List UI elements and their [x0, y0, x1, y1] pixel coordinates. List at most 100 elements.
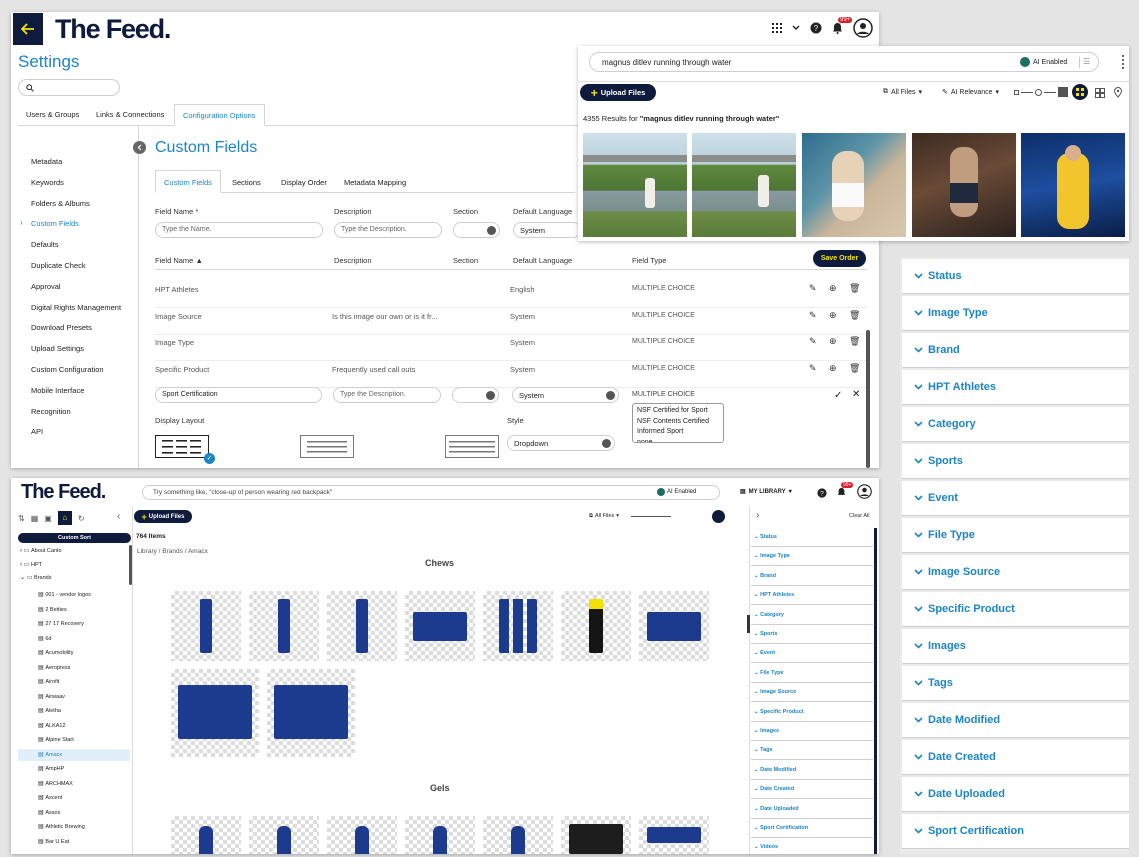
- filter-item[interactable]: ⌄ Date Created: [751, 781, 873, 800]
- sort-az-icon[interactable]: ⇅: [18, 514, 25, 523]
- asset-thumbnail[interactable]: [639, 816, 709, 854]
- trash-icon[interactable]: 🗑: [849, 283, 860, 294]
- result-image[interactable]: [912, 133, 1016, 237]
- settings-search-input[interactable]: [18, 79, 120, 96]
- back-button[interactable]: [13, 13, 43, 45]
- layout-option-selected[interactable]: ✓: [155, 435, 215, 464]
- result-image[interactable]: [583, 133, 687, 237]
- sidebar-item[interactable]: Metadata: [31, 157, 62, 166]
- filter-item[interactable]: ⌄ Images: [751, 723, 873, 741]
- grid-view-button[interactable]: [712, 510, 725, 523]
- filter-item[interactable]: ⌄ Sports: [751, 626, 873, 644]
- facet-item[interactable]: Sport Certification: [902, 814, 1129, 849]
- facet-item[interactable]: Date Modified: [902, 703, 1129, 738]
- tree-album[interactable]: ▤ AmpHP: [18, 763, 130, 775]
- collapse-sidebar-button[interactable]: [133, 141, 146, 154]
- tab-configuration-options[interactable]: Configuration Options: [174, 104, 265, 126]
- edit-icon[interactable]: ✎: [809, 363, 817, 374]
- filter-item[interactable]: ⌄ Sport Certification: [751, 820, 873, 838]
- filter-item[interactable]: ⌄ Event: [751, 645, 873, 664]
- asset-thumbnail[interactable]: [405, 591, 475, 661]
- ai-search-input[interactable]: magnus ditlev running through water AI E…: [589, 52, 1099, 72]
- filter-item[interactable]: ⌄ Videos: [751, 839, 873, 857]
- edit-icon[interactable]: ✎: [809, 310, 817, 321]
- trash-icon[interactable]: 🗑: [849, 336, 860, 347]
- tree-album[interactable]: ▤ Airofit: [18, 676, 130, 688]
- upload-files-button[interactable]: + Upload Files: [580, 84, 656, 101]
- tree-album[interactable]: ▤ Aletha: [18, 705, 130, 717]
- tree-album[interactable]: ▤ Athletic Brewing: [18, 821, 130, 833]
- asset-thumbnail[interactable]: [249, 591, 319, 661]
- result-image[interactable]: [802, 133, 906, 237]
- sidebar-item[interactable]: Upload Settings: [31, 344, 84, 353]
- edit-icon[interactable]: ✎: [809, 283, 817, 294]
- notification-button[interactable]: 99+: [832, 17, 853, 34]
- description-input[interactable]: Type the Description.: [334, 222, 442, 238]
- tree-folder[interactable]: ⌄ ▭ Brands: [20, 574, 51, 581]
- filter-item[interactable]: ⌄ Tags: [751, 742, 873, 761]
- facet-item[interactable]: Date Uploaded: [902, 777, 1129, 812]
- tree-folder[interactable]: › ▭ About Canto: [20, 547, 62, 554]
- trash-icon[interactable]: 🗑: [849, 310, 860, 321]
- asset-thumbnail[interactable]: [171, 669, 259, 757]
- trash-icon[interactable]: 🗑: [849, 363, 860, 374]
- library-search-input[interactable]: Try something like, "close-up of person …: [142, 485, 720, 500]
- table-row[interactable]: Image Type System MULTIPLE CHOICE ✎ ⊕ 🗑: [155, 335, 867, 361]
- choices-list[interactable]: NSF Certified for Sport NSF Contents Cer…: [632, 403, 724, 443]
- sidebar-item[interactable]: Custom Configuration: [31, 365, 104, 374]
- tree-view-button[interactable]: ⌂: [57, 511, 72, 525]
- sidebar-item[interactable]: Keywords: [31, 178, 64, 187]
- collapse-tree-icon[interactable]: ‹: [117, 511, 120, 522]
- sidebar-item[interactable]: Mobile Interface: [31, 386, 84, 395]
- facet-item[interactable]: Event: [902, 481, 1129, 516]
- language-select[interactable]: System: [513, 222, 581, 238]
- all-files-dropdown[interactable]: ⧉ All Files ▾: [589, 513, 619, 520]
- asset-thumbnail[interactable]: [267, 669, 355, 757]
- facet-item[interactable]: Date Created: [902, 740, 1129, 775]
- avatar-icon[interactable]: [857, 484, 872, 499]
- result-image[interactable]: [692, 133, 796, 237]
- facet-item[interactable]: File Type: [902, 518, 1129, 553]
- sidebar-item[interactable]: Download Presets: [31, 323, 92, 332]
- facet-item[interactable]: Sports: [902, 444, 1129, 479]
- save-order-button[interactable]: Save Order: [813, 250, 866, 267]
- breadcrumb-item[interactable]: Library: [137, 548, 157, 555]
- layout-option-3[interactable]: [445, 435, 499, 458]
- sidebar-item[interactable]: Folders & Albums: [31, 199, 90, 208]
- scrollbar[interactable]: [866, 330, 870, 468]
- asset-thumbnail[interactable]: [639, 591, 709, 661]
- filter-item[interactable]: ⌄ HPT Athletes: [751, 587, 873, 606]
- grid-view-button[interactable]: [1072, 84, 1088, 100]
- filter-item[interactable]: ⌄ Date Modified: [751, 762, 873, 780]
- breadcrumb-item[interactable]: Brands: [162, 548, 183, 555]
- facet-item[interactable]: Category: [902, 407, 1129, 442]
- sidebar-item[interactable]: Digital Rights Management: [31, 303, 121, 312]
- sidebar-item[interactable]: Defaults: [31, 240, 59, 249]
- choice-option[interactable]: none: [637, 438, 719, 443]
- globe-icon[interactable]: ⊕: [829, 310, 837, 321]
- tree-album[interactable]: ▤ Amacx: [18, 748, 130, 761]
- help-icon[interactable]: ?: [810, 22, 822, 34]
- collapse-filters-icon[interactable]: ›: [756, 510, 759, 521]
- globe-icon[interactable]: ⊕: [829, 336, 837, 347]
- choice-option[interactable]: Informed Sport: [637, 427, 719, 438]
- upload-files-button[interactable]: + Upload Files: [134, 510, 192, 523]
- confirm-icon[interactable]: ✓: [834, 390, 842, 401]
- edit-description-input[interactable]: Type the Description.: [333, 387, 441, 403]
- image-icon[interactable]: ▣: [44, 514, 52, 523]
- edit-language-select[interactable]: System: [512, 387, 619, 403]
- table-row[interactable]: Specific Product Frequently used call out…: [155, 362, 867, 388]
- notification-button[interactable]: 99+: [837, 482, 854, 497]
- facet-item[interactable]: Tags: [902, 666, 1129, 701]
- refresh-icon[interactable]: ↻: [78, 514, 85, 523]
- asset-thumbnail[interactable]: [483, 591, 553, 661]
- result-image[interactable]: [1021, 133, 1125, 237]
- globe-icon[interactable]: ⊕: [829, 283, 837, 294]
- filter-item[interactable]: ⌄ File Type: [751, 665, 873, 683]
- tree-album[interactable]: ▤ Alpine Start: [18, 734, 130, 746]
- table-row[interactable]: HPT Athletes English MULTIPLE CHOICE ✎ ⊕ 🗑: [155, 282, 867, 308]
- filter-settings-icon[interactable]: ☰: [1079, 57, 1093, 68]
- apps-grid-icon[interactable]: [772, 23, 782, 33]
- breadcrumb-item[interactable]: Amacx: [188, 548, 208, 555]
- asset-thumbnail[interactable]: [249, 816, 319, 854]
